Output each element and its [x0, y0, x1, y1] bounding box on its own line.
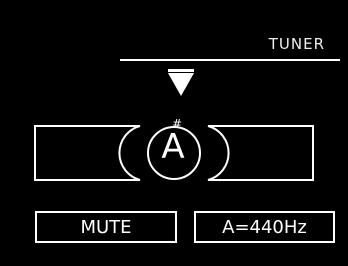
down-triangle-icon — [168, 73, 194, 96]
header-divider — [120, 59, 340, 61]
reference-pitch-button[interactable]: A=440Hz — [194, 211, 335, 243]
screen-title: TUNER — [268, 35, 325, 53]
tuner-screen: TUNER A # MUTE A=440Hz — [0, 0, 348, 266]
note-accidental: # — [172, 117, 183, 131]
meter-right-bar — [207, 125, 314, 181]
mute-button[interactable]: MUTE — [35, 211, 177, 243]
pointer-bar — [168, 69, 194, 72]
note-letter: A — [161, 127, 185, 167]
meter-left-bar — [34, 125, 141, 181]
note-display: A # — [145, 117, 201, 175]
